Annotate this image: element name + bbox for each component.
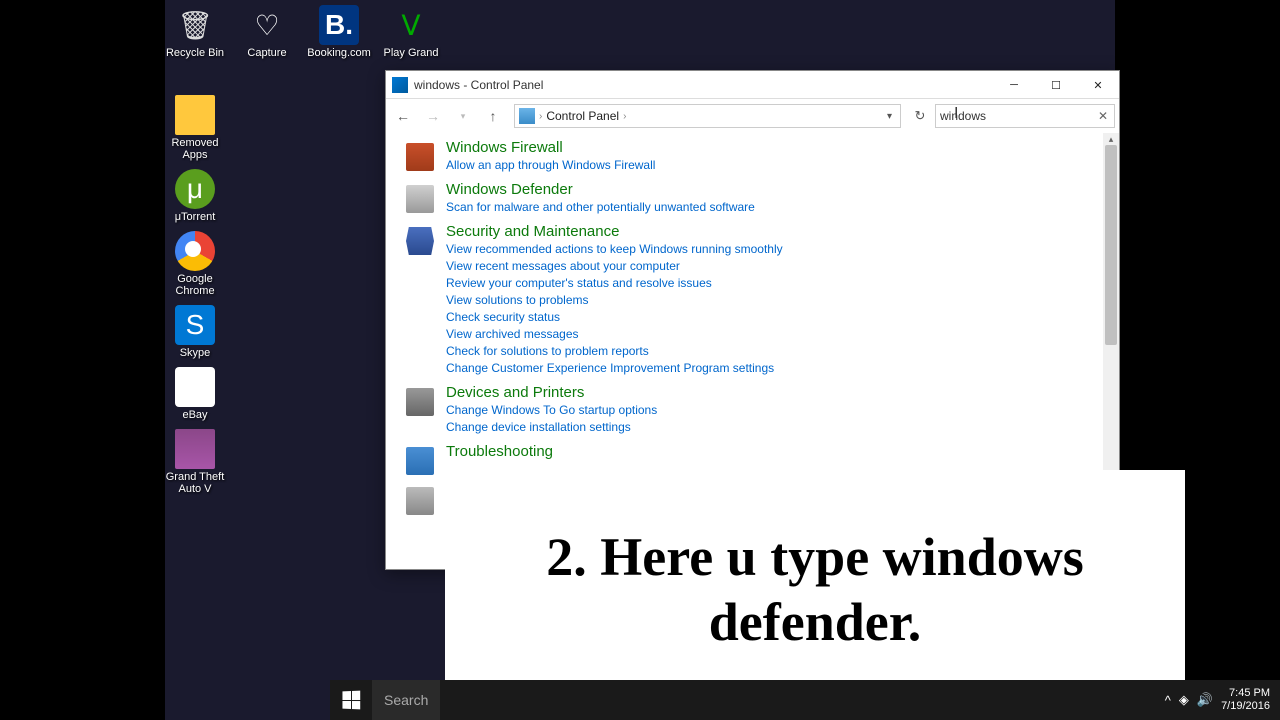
system-tray: ^ ◈ 🔊 7:45 PM 7/19/2016 <box>1155 680 1280 720</box>
folder-icon <box>175 95 215 135</box>
desktop-icon-bin[interactable]: 🗑 Recycle Bin <box>165 5 225 59</box>
result-title[interactable]: Troubleshooting <box>446 443 553 460</box>
address-bar[interactable]: › Control Panel › ▾ <box>514 104 901 128</box>
back-button[interactable]: ← <box>390 103 416 129</box>
time: 7:45 PM <box>1221 687 1270 700</box>
firewall-icon <box>406 143 434 171</box>
desktop-icon-booking[interactable]: B. Booking.com <box>309 5 369 59</box>
control-panel-icon <box>392 77 408 93</box>
winrar-icon <box>175 429 215 469</box>
heart-icon: ♡ <box>247 5 287 45</box>
date: 7/19/2016 <box>1221 700 1270 713</box>
result-link[interactable]: Check for solutions to problem reports <box>446 343 783 359</box>
generic-icon <box>406 487 434 515</box>
clock[interactable]: 7:45 PM 7/19/2016 <box>1221 687 1270 713</box>
gta-icon: Ⅴ <box>391 5 431 45</box>
result-link[interactable]: Change Customer Experience Improvement P… <box>446 360 783 376</box>
maximize-button[interactable]: ☐ <box>1035 71 1077 99</box>
desktop-icon-folder[interactable]: Removed Apps <box>165 95 225 161</box>
result-group: Windows FirewallAllow an app through Win… <box>406 139 1099 173</box>
up-button[interactable]: ↑ <box>480 103 506 129</box>
result-title[interactable]: Windows Firewall <box>446 139 655 156</box>
security-icon <box>406 227 434 255</box>
search-box[interactable]: I ✕ <box>935 104 1115 128</box>
breadcrumb[interactable]: Control Panel <box>546 109 619 123</box>
tray-chevron-icon[interactable]: ^ <box>1165 693 1171 708</box>
icon-label: Play Grand <box>383 47 438 59</box>
refresh-button[interactable]: ↻ <box>909 105 931 127</box>
result-link[interactable]: Change device installation settings <box>446 419 657 435</box>
icon-label: Grand Theft Auto V <box>165 471 225 495</box>
result-link[interactable]: Change Windows To Go startup options <box>446 402 657 418</box>
desktop-icon-heart[interactable]: ♡ Capture <box>237 5 297 59</box>
icon-label: eBay <box>182 409 207 421</box>
booking-icon: B. <box>319 5 359 45</box>
titlebar: windows - Control Panel ─ ☐ ✕ <box>386 71 1119 99</box>
icon-label: μTorrent <box>175 211 216 223</box>
icon-label: Skype <box>180 347 211 359</box>
address-icon <box>519 108 535 124</box>
bin-icon: 🗑 <box>175 5 215 45</box>
minimize-button[interactable]: ─ <box>993 71 1035 99</box>
devices-icon <box>406 388 434 416</box>
taskbar: Search ^ ◈ 🔊 7:45 PM 7/19/2016 <box>330 680 1280 720</box>
icon-label: Capture <box>247 47 286 59</box>
breadcrumb-separator: › <box>623 111 626 122</box>
result-link[interactable]: Scan for malware and other potentially u… <box>446 199 755 215</box>
navigation-bar: ← → ▾ ↑ › Control Panel › ▾ ↻ I ✕ <box>386 99 1119 133</box>
desktop-icon-utorrent[interactable]: μ μTorrent <box>165 169 225 223</box>
result-title[interactable]: Security and Maintenance <box>446 223 783 240</box>
taskbar-search[interactable]: Search <box>372 680 440 720</box>
desktop-icon-gta[interactable]: Ⅴ Play Grand <box>381 5 441 59</box>
result-link[interactable]: View archived messages <box>446 326 783 342</box>
start-button[interactable] <box>330 680 372 720</box>
result-link[interactable]: View recommended actions to keep Windows… <box>446 241 783 257</box>
result-group: Security and MaintenanceView recommended… <box>406 223 1099 376</box>
clear-search-button[interactable]: ✕ <box>1096 109 1110 123</box>
utorrent-icon: μ <box>175 169 215 209</box>
troubleshoot-icon <box>406 447 434 475</box>
breadcrumb-separator: › <box>539 111 542 122</box>
icon-label: Google Chrome <box>165 273 225 297</box>
search-placeholder: Search <box>384 692 428 708</box>
forward-button: → <box>420 103 446 129</box>
result-group: Windows DefenderScan for malware and oth… <box>406 181 1099 215</box>
result-link[interactable]: Allow an app through Windows Firewall <box>446 157 655 173</box>
scroll-up-arrow[interactable]: ▴ <box>1103 133 1119 145</box>
search-input[interactable] <box>940 109 1096 123</box>
window-title: windows - Control Panel <box>414 78 993 92</box>
desktop: y a to 🗑Recycle Bin♡CaptureB.Booking.com… <box>165 0 1115 720</box>
result-group: Devices and PrintersChange Windows To Go… <box>406 384 1099 435</box>
result-title[interactable]: Devices and Printers <box>446 384 657 401</box>
chrome-icon <box>175 231 215 271</box>
desktop-icon-chrome[interactable]: Google Chrome <box>165 231 225 297</box>
ebay-icon <box>175 367 215 407</box>
desktop-icon-ebay[interactable]: eBay <box>165 367 225 421</box>
volume-icon[interactable]: 🔊 <box>1197 692 1213 708</box>
tutorial-annotation: 2. Here u type windows defender. <box>445 470 1185 710</box>
result-link[interactable]: Review your computer's status and resolv… <box>446 275 783 291</box>
annotation-text: 2. Here u type windows defender. <box>485 525 1145 655</box>
icon-label: Recycle Bin <box>166 47 224 59</box>
result-link[interactable]: View solutions to problems <box>446 292 783 308</box>
recent-dropdown[interactable]: ▾ <box>450 103 476 129</box>
result-link[interactable]: Check security status <box>446 309 783 325</box>
icon-label: Booking.com <box>307 47 371 59</box>
result-link[interactable]: View recent messages about your computer <box>446 258 783 274</box>
desktop-icon-skype[interactable]: S Skype <box>165 305 225 359</box>
scrollbar-thumb[interactable] <box>1105 145 1117 345</box>
network-icon[interactable]: ◈ <box>1179 692 1189 708</box>
desktop-icon-winrar[interactable]: Grand Theft Auto V <box>165 429 225 495</box>
defender-icon <box>406 185 434 213</box>
skype-icon: S <box>175 305 215 345</box>
result-title[interactable]: Windows Defender <box>446 181 755 198</box>
close-button[interactable]: ✕ <box>1077 71 1119 99</box>
address-dropdown[interactable]: ▾ <box>883 111 896 122</box>
icon-label: Removed Apps <box>165 137 225 161</box>
windows-logo-icon <box>342 691 360 710</box>
